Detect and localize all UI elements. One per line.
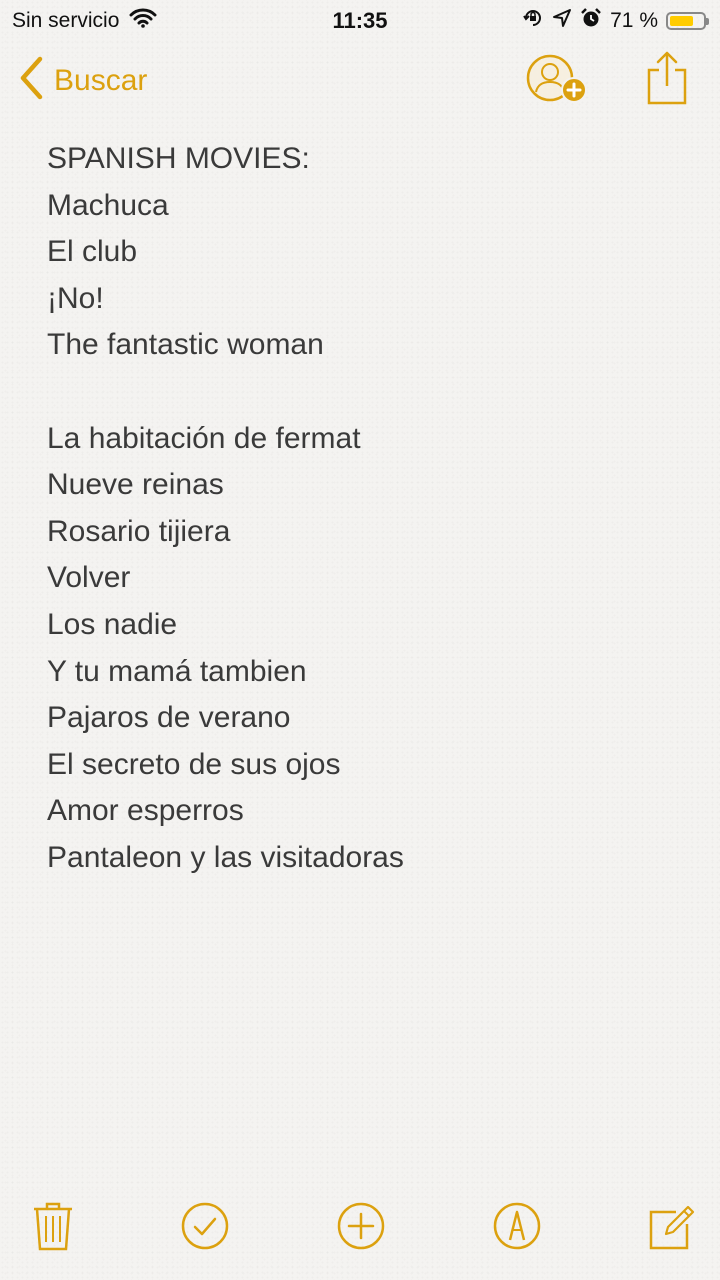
alarm-icon xyxy=(580,7,602,35)
note-line: El secreto de sus ojos xyxy=(47,747,341,781)
add-icon xyxy=(337,1202,385,1256)
compose-button[interactable] xyxy=(648,1200,696,1257)
trash-icon xyxy=(32,1202,74,1256)
markup-button[interactable] xyxy=(493,1200,541,1257)
battery-fill xyxy=(670,16,693,26)
note-line: Amor esperros xyxy=(47,794,244,828)
status-bar: Sin servicio 11:35 71 % xyxy=(0,0,720,40)
battery-percent: 71 % xyxy=(610,9,658,32)
delete-button[interactable] xyxy=(32,1200,74,1257)
note-line: Y tu mamá tambien xyxy=(47,654,307,688)
back-button-label: Buscar xyxy=(54,63,148,97)
bottom-toolbar xyxy=(0,1190,720,1280)
note-line: Los nadie xyxy=(47,607,178,641)
status-right: 71 % xyxy=(522,7,709,35)
note-line xyxy=(47,369,687,416)
share-icon xyxy=(646,51,688,110)
battery-icon xyxy=(666,12,709,30)
note-line: Nueve reinas xyxy=(47,468,224,502)
note-line: El club xyxy=(47,235,138,269)
add-people-button[interactable] xyxy=(524,52,590,113)
share-button[interactable] xyxy=(646,50,688,111)
compose-icon xyxy=(648,1205,696,1256)
note-line: Rosario tijiera xyxy=(47,514,231,548)
navigation-bar: Buscar xyxy=(0,50,720,114)
note-line: La habitación de fermat xyxy=(47,421,361,455)
add-person-icon xyxy=(524,54,590,112)
checklist-button[interactable] xyxy=(181,1200,229,1257)
note-line: Pantaleon y las visitadoras xyxy=(47,840,404,874)
add-button[interactable] xyxy=(337,1200,385,1257)
back-button[interactable]: Buscar xyxy=(18,56,147,105)
note-title: SPANISH MOVIES: xyxy=(47,142,310,175)
markup-icon xyxy=(493,1202,541,1256)
checklist-icon xyxy=(181,1202,229,1256)
note-body[interactable]: SPANISH MOVIES: Machuca El club ¡No! The… xyxy=(47,136,687,882)
orientation-lock-icon xyxy=(522,7,544,35)
chevron-left-icon xyxy=(18,56,44,105)
note-line: ¡No! xyxy=(47,281,104,315)
note-line: Pajaros de verano xyxy=(47,701,291,735)
note-line: The fantastic woman xyxy=(47,328,324,362)
location-icon xyxy=(552,8,572,34)
note-line: Machuca xyxy=(47,188,169,222)
note-line: Volver xyxy=(47,561,131,595)
